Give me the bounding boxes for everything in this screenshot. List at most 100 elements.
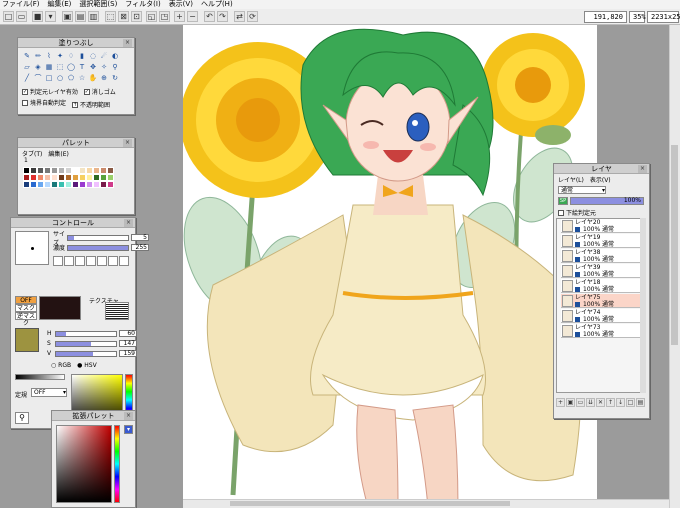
h-value[interactable]: 60 — [119, 330, 137, 337]
mask-color-swatch[interactable] — [39, 296, 81, 320]
palette-swatch[interactable] — [93, 174, 100, 181]
palette-swatch[interactable] — [44, 167, 51, 174]
palette-swatch[interactable] — [51, 167, 58, 174]
primary-color-swatch[interactable] — [15, 328, 39, 352]
palette-swatch[interactable] — [44, 181, 51, 188]
palette-swatch[interactable] — [58, 181, 65, 188]
folder-icon[interactable]: ▭ — [576, 398, 585, 407]
lock-transparency-icon[interactable]: SP — [558, 197, 568, 205]
eyedropper-icon[interactable]: ⚲ — [110, 62, 120, 72]
layer-menu-view[interactable]: 表示(V) — [590, 175, 611, 184]
copy-icon[interactable]: ▣ — [62, 11, 73, 22]
palette-swatch[interactable] — [23, 174, 30, 181]
density-value[interactable]: 255 — [131, 244, 149, 251]
flip-icon[interactable]: ⇄ — [234, 11, 245, 22]
move-up-icon[interactable]: ↑ — [606, 398, 615, 407]
palette-swatch[interactable] — [58, 174, 65, 181]
eraser-checkbox[interactable]: ✓ 消しゴム — [83, 87, 116, 96]
palette-swatch[interactable] — [65, 181, 72, 188]
clear-layer-icon[interactable]: □ — [626, 398, 635, 407]
palette-swatch[interactable] — [37, 181, 44, 188]
save-icon[interactable]: ■ — [32, 11, 43, 22]
select-icon[interactable]: ⬚ — [55, 62, 65, 72]
hand-icon[interactable]: ✋ — [88, 73, 98, 83]
s-slider[interactable] — [55, 340, 117, 347]
palette-swatch[interactable] — [107, 167, 114, 174]
layer-row[interactable]: レイヤ73 100% 通常 — [561, 324, 641, 338]
v-slider[interactable] — [55, 350, 117, 357]
layer-row[interactable]: レイヤ18 100% 通常 — [561, 279, 641, 293]
palette-swatch[interactable] — [107, 174, 114, 181]
preset-5-icon[interactable] — [97, 256, 107, 266]
palette-swatch[interactable] — [86, 181, 93, 188]
layer-row[interactable]: レイヤ39 100% 通常 — [561, 264, 641, 278]
visibility-icon[interactable] — [575, 227, 580, 232]
palette-swatch[interactable] — [23, 167, 30, 174]
curve-icon[interactable]: ⌒ — [33, 73, 43, 83]
tab-edit[interactable]: 編集(E) — [48, 149, 68, 158]
palette-swatch[interactable] — [72, 167, 79, 174]
open-folder-icon[interactable]: ▭ — [16, 11, 27, 22]
zoom-icon[interactable]: ⊕ — [99, 73, 109, 83]
density-slider[interactable] — [67, 244, 129, 251]
palette-swatch[interactable] — [86, 167, 93, 174]
new-file-icon[interactable]: □ — [3, 11, 14, 22]
close-icon[interactable]: × — [123, 139, 132, 147]
texture-preview[interactable] — [105, 302, 129, 320]
palette-swatch[interactable] — [44, 174, 51, 181]
size-value[interactable]: 5 — [131, 234, 149, 241]
preset-1-icon[interactable] — [53, 256, 63, 266]
zoom-out-icon[interactable]: − — [187, 11, 198, 22]
layer-reference-checkbox[interactable]: ✓ 判定元レイヤ有効 — [22, 87, 78, 96]
tab-type[interactable]: タブ(T) — [22, 149, 42, 158]
undo-icon[interactable]: ↶ — [204, 11, 215, 22]
vertical-scroll-thumb[interactable] — [671, 145, 678, 345]
select-all-icon[interactable]: ⬚ — [105, 11, 116, 22]
palette-swatch[interactable] — [79, 174, 86, 181]
reverse-mask-button[interactable]: 逆マスク — [15, 312, 37, 327]
paste-icon[interactable]: ▤ — [75, 11, 86, 22]
eyedropper-icon[interactable]: ⚲ — [15, 412, 29, 424]
fill-icon[interactable]: ◈ — [33, 62, 43, 72]
airbrush-icon[interactable]: ✦ — [55, 51, 65, 61]
shrink-icon[interactable]: ◱ — [146, 11, 157, 22]
menu-filter[interactable]: フィルタ(I) — [125, 0, 160, 9]
visibility-icon[interactable] — [575, 302, 580, 307]
palette-swatch[interactable] — [79, 181, 86, 188]
preset-7-icon[interactable] — [119, 256, 129, 266]
menu-file[interactable]: ファイル(F) — [2, 0, 40, 9]
watercolor-icon[interactable]: ♢ — [66, 51, 76, 61]
palette-swatch[interactable] — [107, 181, 114, 188]
palette-swatch[interactable] — [58, 167, 65, 174]
deselect-icon[interactable]: ⊠ — [118, 11, 129, 22]
move-down-icon[interactable]: ↓ — [616, 398, 625, 407]
palette-swatch[interactable] — [93, 181, 100, 188]
rect-icon[interactable]: □ — [44, 73, 54, 83]
palette-swatch[interactable] — [65, 167, 72, 174]
close-icon[interactable]: × — [124, 219, 133, 227]
hsv-radio[interactable]: ● HSV — [77, 362, 97, 369]
expand-icon[interactable]: ◳ — [159, 11, 170, 22]
eraser-icon[interactable]: ▱ — [22, 62, 32, 72]
visibility-icon[interactable] — [575, 317, 580, 322]
palette-swatch[interactable] — [65, 174, 72, 181]
text-icon[interactable]: T — [77, 62, 87, 72]
extended-hue-bar[interactable] — [114, 425, 120, 503]
palette-swatch[interactable] — [100, 167, 107, 174]
h-slider[interactable] — [55, 330, 117, 337]
preset-6-icon[interactable] — [108, 256, 118, 266]
gray-gradient-bar[interactable] — [15, 374, 65, 380]
palette-swatch[interactable] — [86, 174, 93, 181]
drawing-canvas[interactable] — [183, 25, 597, 507]
palette-swatch[interactable] — [30, 174, 37, 181]
palette-swatch[interactable] — [37, 167, 44, 174]
line-icon[interactable]: ╱ — [22, 73, 32, 83]
menu-help[interactable]: ヘルプ(H) — [201, 0, 233, 9]
s-value[interactable]: 147 — [119, 340, 137, 347]
base-reference-checkbox[interactable]: 下絵判定元 — [558, 208, 600, 218]
palette-swatch[interactable] — [30, 181, 37, 188]
redo-icon[interactable]: ↷ — [217, 11, 228, 22]
star-icon[interactable]: ☆ — [77, 73, 87, 83]
delete-layer-icon[interactable]: ✕ — [596, 398, 605, 407]
move-icon[interactable]: ✥ — [88, 62, 98, 72]
